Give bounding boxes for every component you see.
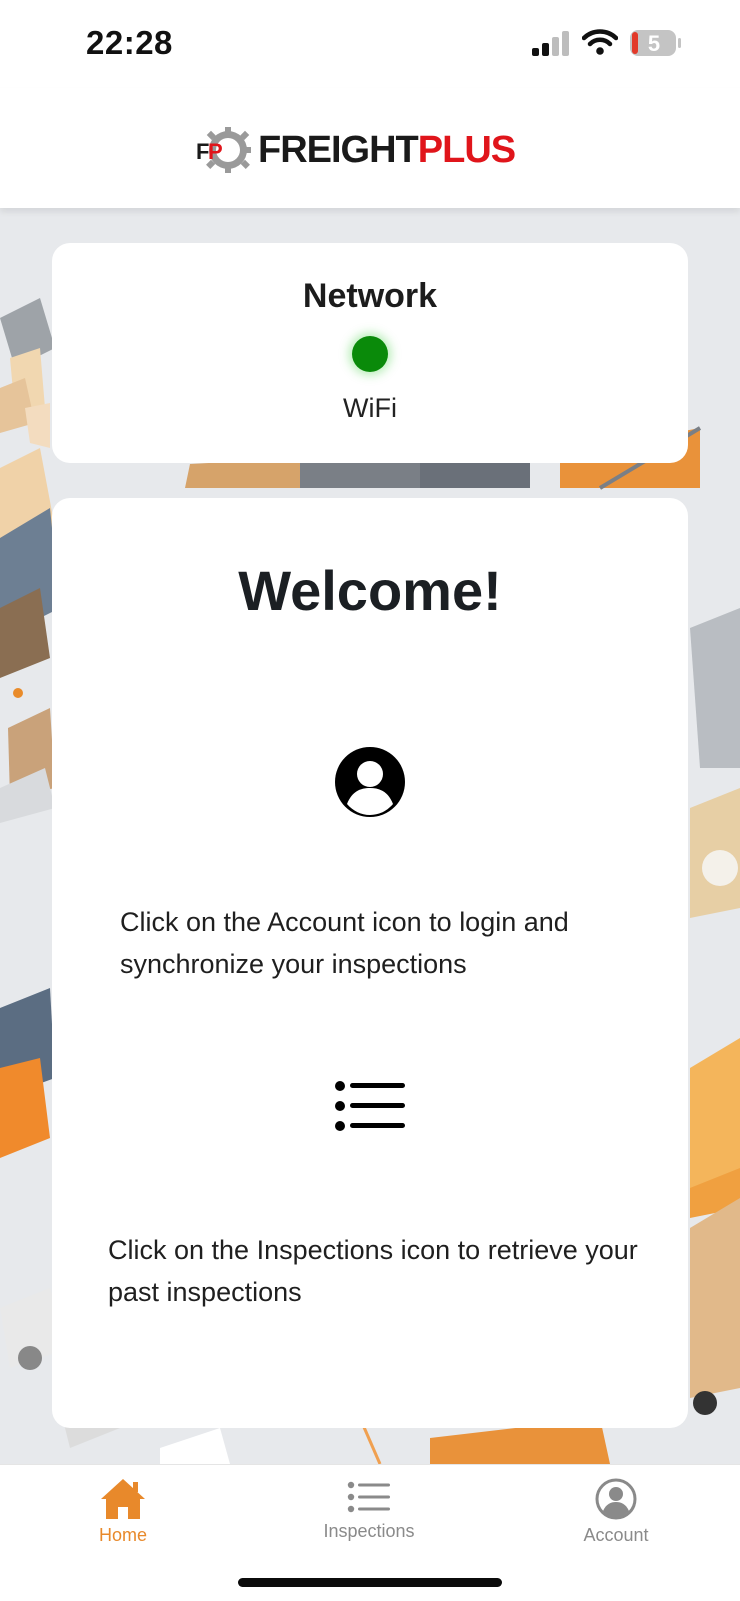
logo-text: FREIGHTPLUS [258, 128, 516, 171]
freightplus-logo: F P FREIGHTPLUS [196, 126, 516, 174]
tab-inspections[interactable]: Inspections [289, 1477, 449, 1542]
network-connection-type: WiFi [343, 393, 397, 423]
status-time: 22:28 [86, 24, 173, 61]
list-icon [335, 1081, 405, 1131]
svg-text:P: P [208, 139, 223, 164]
home-indicator [238, 1578, 502, 1587]
tab-inspections-label: Inspections [323, 1521, 415, 1541]
gear-logo-icon: F P [196, 127, 251, 173]
welcome-title: Welcome! [238, 559, 502, 622]
network-status-indicator [352, 336, 388, 372]
tab-home[interactable]: Home [43, 1477, 203, 1546]
battery-level: 5 [647, 31, 661, 56]
home-icon [101, 1479, 145, 1519]
tab-account-label: Account [583, 1525, 649, 1545]
welcome-card: Welcome! Click on the Account icon to lo… [52, 498, 688, 1428]
tab-account[interactable]: Account [536, 1477, 696, 1546]
tab-home-label: Home [98, 1525, 147, 1545]
account-circle-icon [335, 747, 405, 817]
network-status-card: Network WiFi [52, 243, 688, 463]
status-bar: 22:28 5 [0, 0, 740, 88]
account-icon [595, 1478, 637, 1520]
app-header: F P FREIGHTPLUS [0, 88, 740, 208]
cellular-signal-icon [532, 31, 569, 56]
list-icon [347, 1481, 390, 1513]
inspections-instructions: Click on the Inspections icon to retriev… [108, 1235, 638, 1307]
wifi-icon [582, 29, 618, 55]
account-instructions: Click on the Account icon to login and s… [120, 907, 569, 979]
network-title: Network [302, 277, 438, 315]
